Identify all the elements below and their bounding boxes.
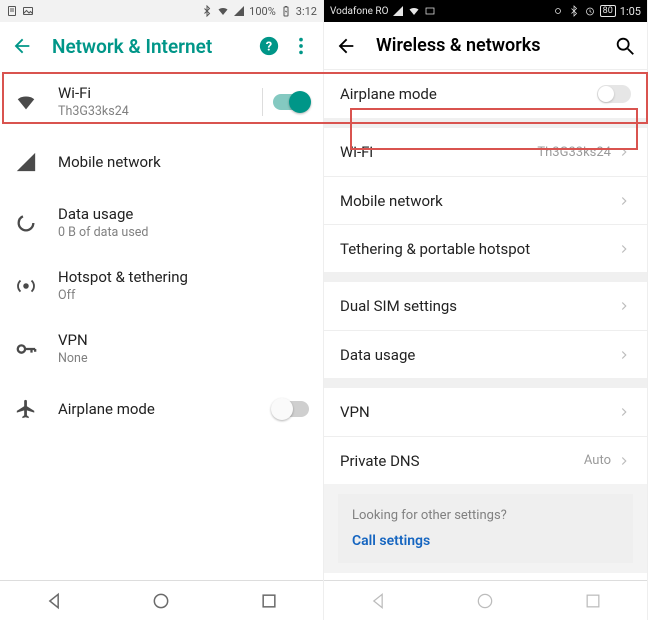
data-label: Data usage (340, 346, 617, 364)
mobile-label: Mobile network (340, 192, 617, 210)
header-right: Wireless & networks (324, 22, 647, 70)
settings-list-left: Wi-Fi Th3G33ks24 Mobile network Data usa… (0, 70, 323, 438)
airplane-toggle[interactable] (597, 85, 631, 103)
signal-icon (14, 151, 38, 173)
wifi-sub: Th3G33ks24 (58, 104, 252, 119)
divider (262, 88, 263, 116)
vpn-key-icon (14, 338, 38, 360)
wifi-status-icon (217, 5, 229, 17)
battery-value: 80 (600, 5, 616, 17)
row-mobile[interactable]: Mobile network (0, 133, 323, 191)
page-title: Network & Internet (52, 35, 249, 58)
header-left: Network & Internet ? (0, 22, 323, 70)
nav-bar-right (324, 580, 647, 620)
row-tethering[interactable]: Tethering & portable hotspot (324, 224, 647, 272)
chevron-right-icon (617, 145, 631, 159)
chevron-right-icon (617, 348, 631, 362)
row-wifi[interactable]: Wi-Fi Th3G33ks24 (0, 70, 323, 133)
row-data[interactable]: Data usage 0 B of data used (0, 191, 323, 254)
row-airplane[interactable]: Airplane mode (324, 70, 647, 118)
airplane-label: Airplane mode (340, 85, 597, 103)
signal-icon (392, 5, 404, 17)
data-sub: 0 B of data used (58, 225, 309, 240)
airplane-label: Airplane mode (58, 400, 273, 418)
nav-recent[interactable] (259, 591, 279, 611)
dualsim-label: Dual SIM settings (340, 297, 617, 315)
clock: 3:12 (296, 5, 317, 18)
footer-card: Looking for other settings? Call setting… (338, 494, 633, 563)
hotspot-icon (14, 275, 38, 297)
footer-question: Looking for other settings? (352, 508, 619, 523)
row-vpn[interactable]: VPN None (0, 317, 323, 380)
svg-text:?: ? (266, 40, 272, 55)
image-icon (22, 5, 34, 17)
nav-back[interactable] (368, 591, 388, 611)
nav-recent[interactable] (583, 591, 603, 611)
status-bar-right: Vodafone RO 80 1:05 (324, 0, 647, 22)
chevron-right-icon (617, 242, 631, 256)
row-airplane[interactable]: Airplane mode (0, 380, 323, 438)
nav-home[interactable] (151, 591, 171, 611)
clock: 1:05 (620, 5, 641, 18)
phone-left: 100% 3:12 Network & Internet ? Wi-Fi (0, 0, 324, 620)
back-button[interactable] (10, 34, 34, 58)
wifi-label: Wi-Fi (340, 143, 537, 161)
vpn-sub: None (58, 351, 309, 366)
mobile-label: Mobile network (58, 153, 309, 171)
vpn-label: VPN (58, 331, 309, 349)
help-button[interactable]: ? (257, 34, 281, 58)
chevron-right-icon (617, 454, 631, 468)
row-dualsim[interactable]: Dual SIM settings (324, 282, 647, 330)
volte-icon (424, 5, 436, 17)
battery-pct: 100% (249, 5, 276, 18)
nav-back[interactable] (44, 591, 64, 611)
row-data-usage[interactable]: Data usage (324, 330, 647, 378)
wifi-label: Wi-Fi (58, 84, 252, 102)
bluetooth-icon (201, 5, 213, 17)
alarm-icon (584, 5, 596, 17)
dns-label: Private DNS (340, 452, 584, 470)
chevron-right-icon (617, 405, 631, 419)
bluetooth-icon (568, 5, 580, 17)
signal-icon (233, 5, 245, 17)
search-button[interactable] (613, 34, 637, 58)
battery-icon (280, 5, 292, 17)
wifi-toggle[interactable] (273, 94, 309, 110)
chevron-right-icon (617, 299, 631, 313)
airplane-icon (14, 398, 38, 420)
row-vpn[interactable]: VPN (324, 388, 647, 436)
call-settings-link[interactable]: Call settings (352, 533, 619, 549)
status-bar-left: 100% 3:12 (0, 0, 323, 22)
hotspot-label: Hotspot & tethering (58, 268, 309, 286)
row-dns[interactable]: Private DNS Auto (324, 436, 647, 484)
nav-bar-left (0, 580, 323, 620)
vpn-label: VPN (340, 403, 617, 421)
carrier: Vodafone RO (330, 6, 388, 17)
data-label: Data usage (58, 205, 309, 223)
page-title: Wireless & networks (376, 35, 613, 56)
row-hotspot[interactable]: Hotspot & tethering Off (0, 254, 323, 317)
tether-label: Tethering & portable hotspot (340, 240, 617, 258)
airplane-toggle[interactable] (273, 401, 309, 417)
nav-home[interactable] (475, 591, 495, 611)
hotspot-sub: Off (58, 288, 309, 303)
back-button[interactable] (334, 34, 358, 58)
settings-list-right: Airplane mode Wi-Fi Th3G33ks24 Mobile ne… (324, 70, 647, 573)
phone-right: Vodafone RO 80 1:05 Wireless & networks (324, 0, 648, 620)
doc-icon (6, 5, 18, 17)
data-usage-icon (14, 212, 38, 234)
row-mobile[interactable]: Mobile network (324, 176, 647, 224)
wifi-icon (14, 91, 38, 113)
dns-value: Auto (584, 453, 611, 468)
overflow-menu[interactable] (289, 34, 313, 58)
row-wifi[interactable]: Wi-Fi Th3G33ks24 (324, 128, 647, 176)
eye-comfort-icon (552, 5, 564, 17)
wifi-value: Th3G33ks24 (537, 145, 611, 160)
wifi-status-icon (408, 5, 420, 17)
chevron-right-icon (617, 194, 631, 208)
